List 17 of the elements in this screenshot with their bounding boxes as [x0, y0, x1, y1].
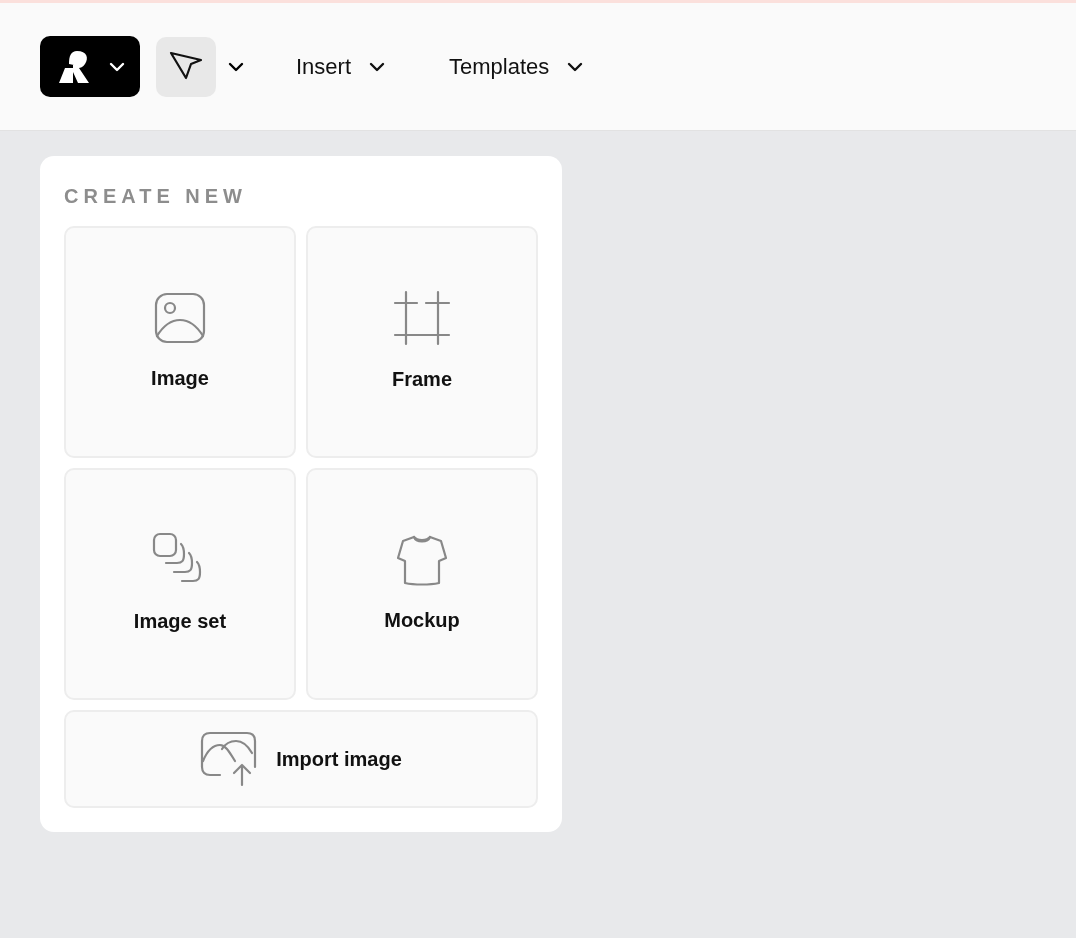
caret-icon	[369, 61, 386, 72]
panel-heading: CREATE NEW	[64, 186, 248, 206]
pointer-tool-button[interactable]	[156, 36, 216, 97]
image-icon	[153, 291, 207, 345]
menu-button[interactable]: Templates	[433, 50, 584, 83]
create-option-button[interactable]: Image	[64, 226, 296, 458]
crop-frame-icon	[393, 290, 451, 346]
create-option-button[interactable]: Frame	[306, 226, 538, 458]
menu-button[interactable]: Insert	[296, 50, 386, 83]
create-option-button[interactable]: Import image	[64, 710, 538, 808]
caret-icon	[228, 62, 244, 73]
caret-icon	[567, 61, 584, 72]
t-shirt-icon	[395, 533, 449, 587]
caret-icon	[109, 62, 125, 73]
logo-menu-button[interactable]	[40, 36, 140, 97]
create-option-button[interactable]: Image set	[64, 468, 296, 700]
create-option-button[interactable]: Mockup	[306, 468, 538, 700]
